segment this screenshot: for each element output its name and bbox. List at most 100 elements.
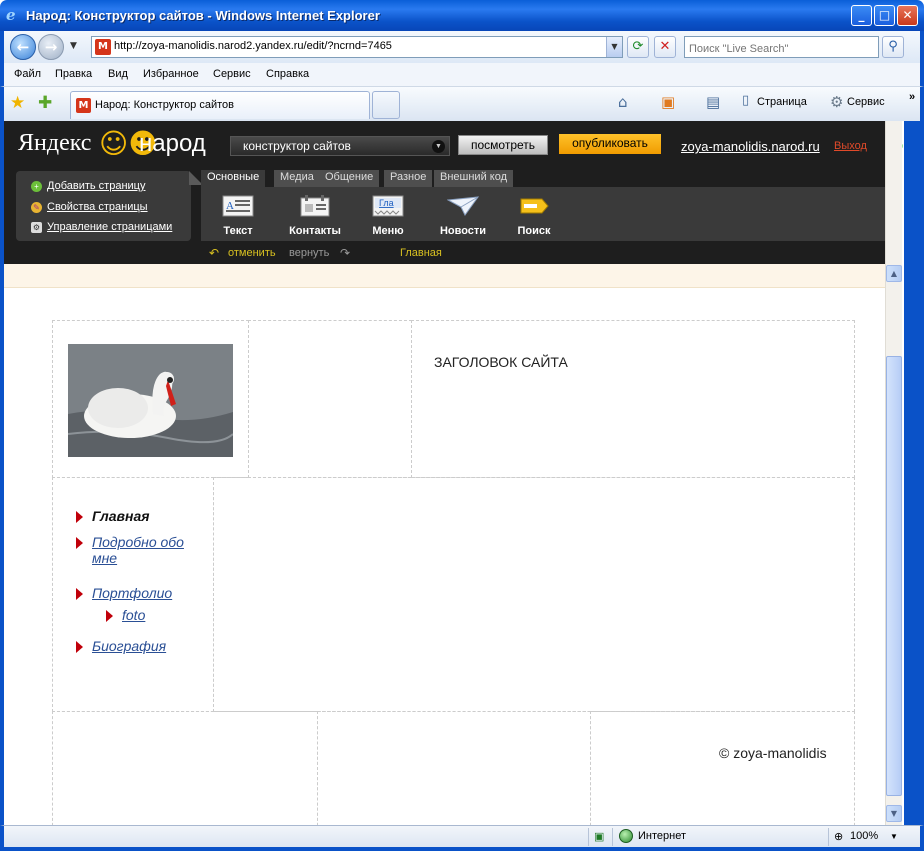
page-properties-link[interactable]: ✎ Свойства страницы [31, 201, 148, 213]
zoom-dropdown-icon[interactable]: ▼ [890, 832, 898, 841]
manage-pages-link[interactable]: ⚙ Управление страницами [31, 221, 172, 233]
redo-link[interactable]: вернуть [289, 247, 329, 259]
nav-link-portfolio[interactable]: Портфолио [92, 585, 172, 601]
nav-arrow-icon [76, 588, 83, 600]
footer-cell-left[interactable] [52, 711, 318, 825]
favorites-star-icon[interactable]: ★ [10, 93, 25, 113]
current-page-name: Главная [400, 247, 442, 259]
back-button[interactable]: ← [10, 34, 36, 60]
tool-contacts[interactable]: Контакты [280, 187, 350, 241]
search-input[interactable] [685, 39, 878, 59]
address-dropdown-icon[interactable]: ▼ [606, 37, 622, 57]
forward-button[interactable]: → [38, 34, 64, 60]
publish-button[interactable]: опубликовать [559, 134, 661, 154]
tools-menu[interactable]: Сервис [847, 96, 885, 108]
search-go-icon[interactable]: ⚲ [882, 36, 904, 58]
zoom-level[interactable]: 100% [850, 830, 878, 842]
add-page-label: Добавить страницу [47, 180, 146, 192]
widget-tools: A Текст Контакты Гла Меню Новости Поиск [201, 187, 891, 241]
tool-search[interactable]: Поиск [499, 187, 569, 241]
search-field[interactable] [684, 36, 879, 59]
history-row: ↶ отменить вернуть ↷ Главная [4, 243, 889, 264]
more-commands-icon[interactable]: » [909, 91, 915, 103]
browser-tab-narod[interactable]: М Народ: Конструктор сайтов [70, 91, 370, 119]
svg-text:Гла: Гла [379, 198, 394, 208]
minimize-button[interactable]: _ [851, 5, 872, 26]
nav-link-foto[interactable]: foto [122, 607, 145, 623]
nav-link-home[interactable]: Главная [92, 508, 150, 524]
tool-text[interactable]: A Текст [203, 187, 273, 241]
security-zone-label[interactable]: Интернет [638, 830, 686, 842]
constructor-dropdown-label: конструктор сайтов [243, 139, 351, 153]
gear-icon: ⚙ [830, 93, 844, 111]
nav-link-about[interactable]: Подробно обо мне [92, 534, 184, 566]
address-url[interactable]: http://zoya-manolidis.narod2.yandex.ru/e… [114, 40, 392, 52]
tab-misc[interactable]: Разное [384, 170, 433, 187]
zoom-icon: ⊕ [834, 831, 844, 843]
menu-favorites[interactable]: Избранное [143, 68, 199, 80]
menu-help[interactable]: Справка [266, 68, 309, 80]
footer-cell-middle[interactable] [317, 711, 591, 825]
redo-arrow-icon[interactable]: ↷ [340, 246, 350, 260]
tab-media[interactable]: Медиа [274, 170, 320, 187]
nav-link-about-line1: Подробно обо [92, 534, 184, 550]
pencil-icon: ✎ [31, 202, 42, 213]
tool-menu-label: Меню [372, 225, 404, 237]
tab-external-code[interactable]: Внешний код [434, 170, 514, 187]
history-dropdown-icon[interactable]: ▼ [70, 41, 77, 51]
window-titlebar[interactable]: e Народ: Конструктор сайтов - Windows In… [0, 0, 924, 31]
main-content-cell[interactable] [213, 477, 855, 712]
menu-tools[interactable]: Сервис [213, 68, 251, 80]
add-page-link[interactable]: + Добавить страницу [31, 180, 145, 192]
new-tab-button[interactable] [372, 91, 400, 119]
header-cell-title[interactable] [411, 320, 855, 478]
site-title[interactable]: ЗАГОЛОВОК САЙТА [434, 354, 568, 370]
swan-image[interactable] [68, 344, 233, 457]
page-icon: ▯ [742, 93, 750, 108]
feeds-icon[interactable]: ▣ [661, 93, 675, 111]
menu-bar: Файл Правка Вид Избранное Сервис Справка [0, 63, 924, 87]
scroll-down-icon[interactable]: ▼ [886, 805, 902, 822]
undo-arrow-icon[interactable]: ↶ [209, 246, 219, 260]
scroll-thumb[interactable] [886, 356, 902, 796]
tab-command-bar: ★ ✚ М Народ: Конструктор сайтов ⌂ ▣ ▤ ▯ … [0, 87, 924, 121]
home-icon[interactable]: ⌂ [618, 93, 628, 111]
scroll-up-icon[interactable]: ▲ [886, 265, 902, 282]
yandex-logo[interactable]: Яндекс [18, 130, 91, 157]
tab-basic[interactable]: Основные [201, 170, 266, 187]
view-button[interactable]: посмотреть [458, 135, 548, 155]
page-content: Яндекс ☺☻ народ конструктор сайтов ▼ пос… [4, 121, 904, 825]
paper-plane-icon [447, 196, 479, 216]
text-icon: A [222, 195, 254, 217]
menu-file[interactable]: Файл [14, 68, 41, 80]
add-favorite-icon[interactable]: ✚ [38, 93, 52, 113]
tool-menu[interactable]: Гла Меню [353, 187, 423, 241]
footer-cell-right[interactable] [590, 711, 855, 825]
narod-editor-toolbar: Яндекс ☺☻ народ конструктор сайтов ▼ пос… [4, 121, 903, 264]
tool-news[interactable]: Новости [428, 187, 498, 241]
maximize-button[interactable]: □ [874, 5, 895, 26]
page-actions-panel: + Добавить страницу ✎ Свойства страницы … [16, 171, 203, 241]
copyright-text[interactable]: © zoya-manolidis [719, 745, 827, 761]
page-menu[interactable]: Страница [757, 96, 807, 108]
menu-edit[interactable]: Правка [55, 68, 92, 80]
header-cell-empty[interactable] [248, 320, 412, 478]
nav-arrow-icon [76, 641, 83, 653]
constructor-dropdown[interactable]: конструктор сайтов ▼ [230, 136, 450, 156]
logout-link[interactable]: Выход [834, 140, 867, 152]
site-link[interactable]: zoya-manolidis.narod.ru [681, 139, 820, 154]
narod-logo[interactable]: народ [139, 130, 206, 158]
stop-icon[interactable]: ✕ [654, 36, 676, 58]
print-icon[interactable]: ▤ [706, 93, 720, 111]
nav-link-biography[interactable]: Биография [92, 638, 166, 654]
address-field[interactable]: М http://zoya-manolidis.narod2.yandex.ru… [91, 36, 623, 58]
close-button[interactable]: ✕ [897, 5, 918, 26]
tool-text-label: Текст [223, 225, 253, 237]
menu-view[interactable]: Вид [108, 68, 128, 80]
undo-link[interactable]: отменить [228, 247, 276, 259]
manage-pages-label: Управление страницами [47, 221, 173, 233]
vertical-scrollbar[interactable]: ▲ ▼ [885, 121, 902, 825]
tab-communication[interactable]: Общение [319, 170, 380, 187]
refresh-icon[interactable]: ⟳ [627, 36, 649, 58]
status-divider [828, 828, 829, 846]
